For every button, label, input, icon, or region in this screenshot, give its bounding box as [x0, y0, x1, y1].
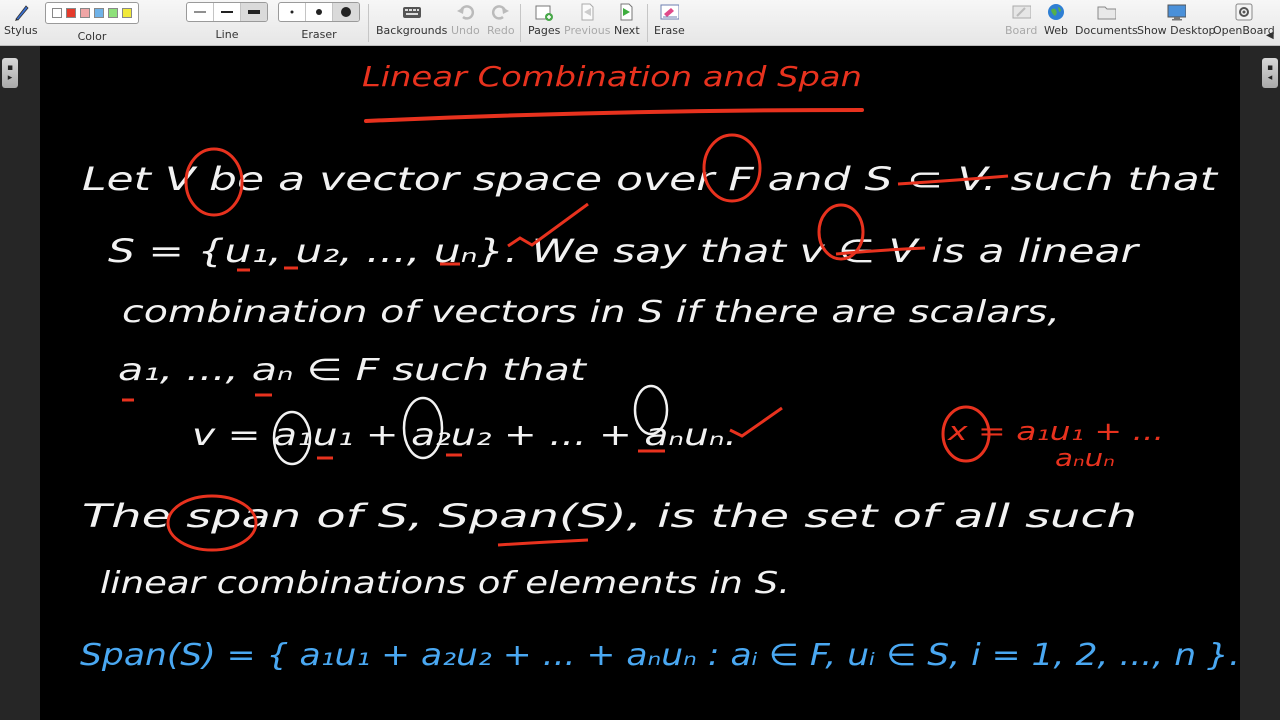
stylus-icon [11, 2, 31, 22]
side-note-line-1: x = a₁u₁ + ... [947, 417, 1164, 447]
underline-span-s [497, 538, 589, 547]
redo-icon [491, 2, 511, 22]
documents-button[interactable]: Documents [1075, 2, 1138, 37]
erase-icon [659, 2, 680, 22]
erase-button[interactable]: Erase [654, 2, 685, 37]
right-panel-toggle[interactable]: ▪ ◂ [1262, 58, 1278, 88]
board-title: Linear Combination and Span [362, 60, 862, 93]
toolbar: Stylus Color Line Eraser Backgrounds Und… [0, 0, 1280, 46]
span-definition-line-2: linear combinations of elements in S. [100, 566, 790, 601]
add-page-icon [534, 2, 554, 22]
ink-layer: Linear Combination and Span Let V be a v… [80, 60, 1240, 673]
definition-line-4: a₁, ..., aₙ ∈ F such that [118, 353, 588, 388]
left-panel-toggle[interactable]: ▪ ▸ [2, 58, 18, 88]
line-width-picker[interactable]: Line [186, 2, 268, 41]
collapse-toolbar-icon[interactable]: ◀ [1266, 30, 1274, 41]
definition-line-2: S = {u₁, u₂, ..., uₙ}. We say that v ∈ V… [108, 232, 1140, 270]
definition-line-3: combination of vectors in S if there are… [122, 295, 1060, 330]
previous-page-button[interactable]: Previous [564, 2, 611, 37]
left-side-panel: ▪ ▸ [0, 46, 40, 720]
eraser-size-picker[interactable]: Eraser [278, 2, 360, 41]
title-underline [364, 108, 864, 123]
whiteboard-canvas[interactable]: Linear Combination and Span Let V be a v… [40, 46, 1240, 720]
previous-page-icon [577, 2, 597, 22]
show-desktop-button[interactable]: Show Desktop [1137, 2, 1216, 37]
right-side-panel: ▪ ◂ [1240, 46, 1280, 720]
board-icon [1011, 2, 1032, 22]
color-swatch-green[interactable] [108, 8, 118, 18]
settings-icon [1234, 2, 1254, 22]
line-thin-option[interactable] [187, 3, 214, 21]
backgrounds-button[interactable]: Backgrounds [376, 2, 447, 37]
next-page-icon [617, 2, 637, 22]
color-swatch-white[interactable] [52, 8, 62, 18]
color-swatch-red[interactable] [66, 8, 76, 18]
eraser-medium-option[interactable] [306, 3, 333, 21]
panel-arrow-icon: ▸ [7, 73, 13, 83]
side-note-line-2: aₙuₙ [1055, 444, 1115, 472]
folder-icon [1096, 2, 1117, 22]
line-thick-option[interactable] [241, 3, 267, 21]
color-swatch-blue[interactable] [94, 8, 104, 18]
next-page-button[interactable]: Next [614, 2, 640, 37]
color-palette[interactable] [45, 2, 139, 24]
undo-button[interactable]: Undo [451, 2, 480, 37]
web-button[interactable]: Web [1044, 2, 1068, 37]
redo-button[interactable]: Redo [487, 2, 515, 37]
eraser-small-option[interactable] [279, 3, 306, 21]
panel-dot-icon: ▪ [1266, 63, 1274, 73]
checkmark-equation [729, 406, 783, 438]
color-swatch-yellow[interactable] [122, 8, 132, 18]
globe-icon [1046, 2, 1066, 22]
line-medium-option[interactable] [214, 3, 241, 21]
board-button[interactable]: Board [1005, 2, 1037, 37]
color-picker[interactable]: Color [45, 2, 139, 43]
undo-icon [455, 2, 475, 22]
pages-button[interactable]: Pages [528, 2, 560, 37]
panel-dot-icon: ▪ [6, 63, 14, 73]
monitor-icon [1166, 2, 1187, 22]
span-set-definition: Span(S) = { a₁u₁ + a₂u₂ + ... + aₙuₙ : a… [80, 638, 1240, 673]
stylus-button[interactable]: Stylus [4, 2, 38, 37]
keyboard-icon [402, 2, 422, 22]
color-swatch-pink[interactable] [80, 8, 90, 18]
eraser-large-option[interactable] [333, 3, 359, 21]
definition-line-1: Let V be a vector space over F and S ⊂ V… [82, 160, 1219, 198]
panel-arrow-icon: ◂ [1267, 73, 1273, 83]
